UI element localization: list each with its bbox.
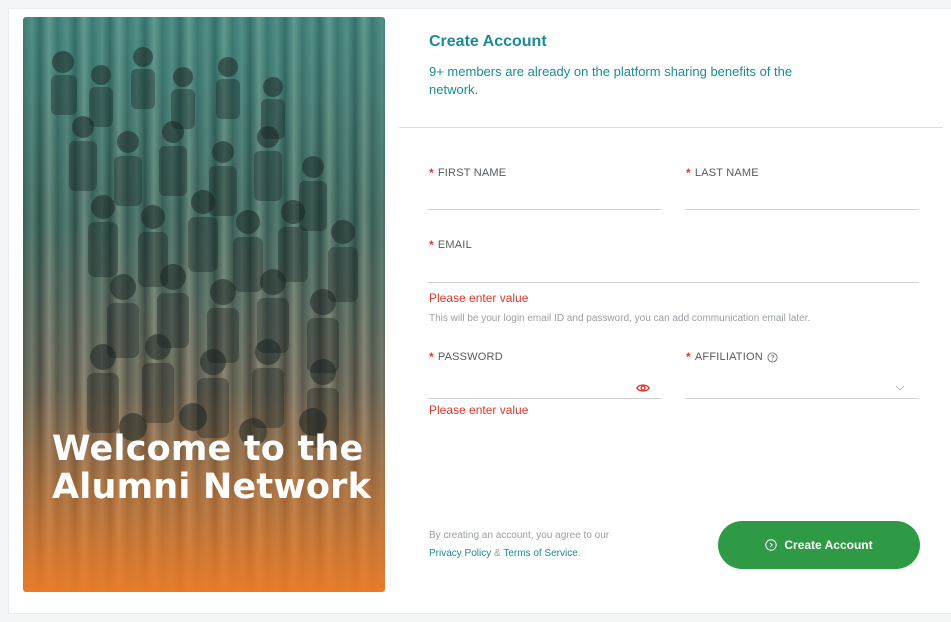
email-error: Please enter value: [429, 291, 529, 305]
email-hint: This will be your login email ID and pas…: [429, 313, 811, 324]
required-mark: *: [429, 238, 434, 252]
hero-title: Welcome to the Alumni Network: [52, 429, 372, 507]
email-label-text: EMAIL: [437, 239, 472, 251]
legal-amp: &: [494, 548, 501, 559]
email-input[interactable]: [428, 259, 919, 283]
required-mark: *: [686, 166, 691, 180]
required-mark: *: [429, 166, 434, 180]
create-account-button[interactable]: Create Account: [718, 521, 920, 569]
terms-of-service-link[interactable]: Terms of Service: [503, 548, 577, 559]
create-account-button-label: Create Account: [784, 538, 873, 552]
privacy-policy-link[interactable]: Privacy Policy: [429, 548, 491, 559]
legal-notice: By creating an account, you agree to our…: [429, 527, 639, 563]
hero-image-panel: Welcome to the Alumni Network: [23, 17, 385, 592]
last-name-label-text: LAST NAME: [694, 167, 759, 179]
legal-prefix: By creating an account, you agree to our: [429, 530, 610, 541]
password-label-text: PASSWORD: [437, 351, 503, 363]
chevron-down-icon[interactable]: [894, 382, 906, 394]
required-mark: *: [429, 350, 434, 364]
first-name-input[interactable]: [428, 186, 661, 210]
page-subtitle: 9+ members are already on the platform s…: [429, 64, 793, 97]
password-label: * PASSWORD: [429, 350, 503, 364]
legal-suffix: .: [577, 548, 581, 559]
page-title: Create Account: [429, 33, 547, 50]
last-name-label: * LAST NAME: [686, 166, 759, 180]
question-circle-icon[interactable]: [767, 351, 778, 363]
email-label: * EMAIL: [429, 238, 472, 252]
first-name-label: * FIRST NAME: [429, 166, 506, 180]
affiliation-label-text: AFFILIATION: [694, 351, 763, 363]
affiliation-select[interactable]: [685, 375, 919, 399]
header-divider: [399, 127, 943, 128]
password-input[interactable]: [428, 375, 661, 399]
eye-icon[interactable]: [636, 381, 650, 395]
required-mark: *: [686, 350, 691, 364]
first-name-label-text: FIRST NAME: [437, 167, 507, 179]
password-error: Please enter value: [429, 403, 529, 417]
last-name-input[interactable]: [685, 186, 919, 210]
chevron-right-circle-icon: [765, 539, 778, 551]
affiliation-label: * AFFILIATION: [686, 350, 778, 364]
